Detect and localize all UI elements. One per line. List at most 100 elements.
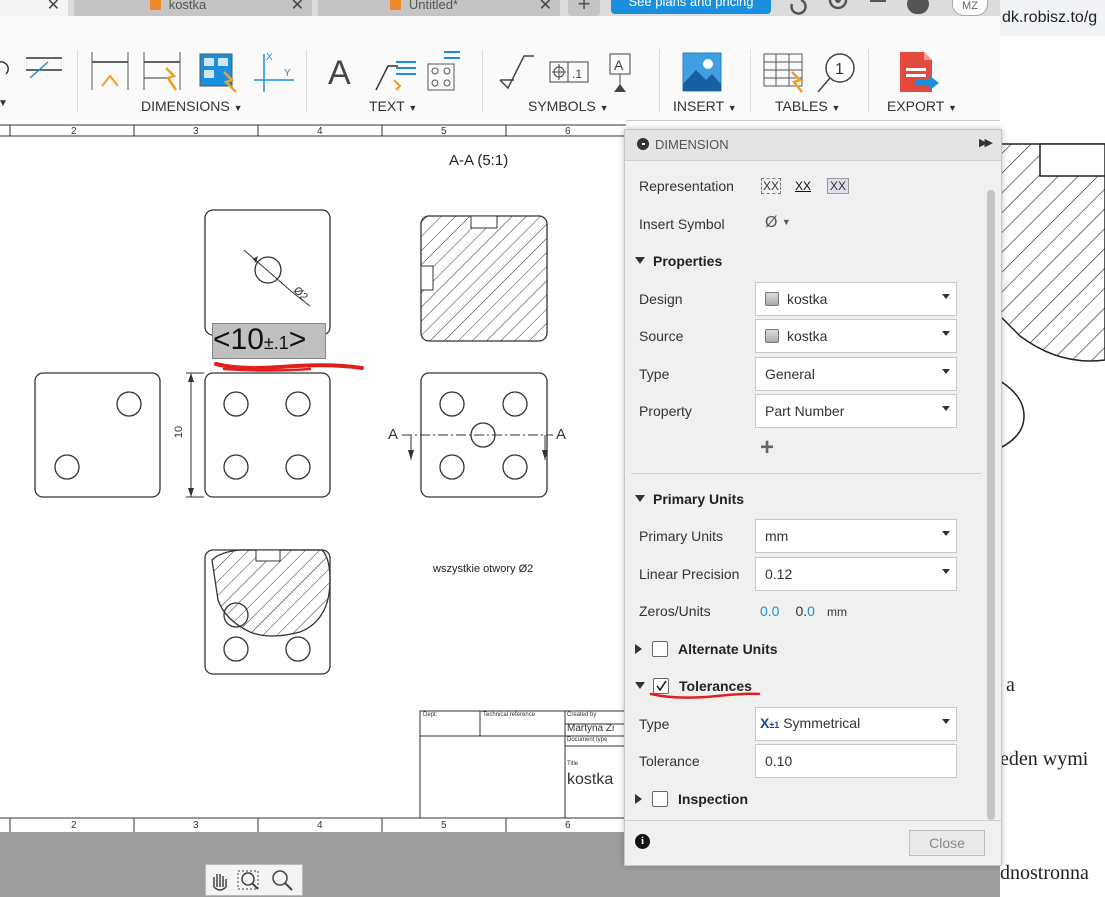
zoom-window-icon[interactable]: [237, 870, 259, 890]
balloon-icon[interactable]: 1: [817, 53, 855, 93]
alternate-units-section[interactable]: Alternate Units: [635, 641, 778, 657]
close-tab-icon[interactable]: ✕: [539, 0, 552, 15]
linear-precision-label: Linear Precision: [639, 566, 740, 582]
unit-toggle[interactable]: mm: [827, 605, 847, 619]
ordinate-dimension-icon[interactable]: [143, 52, 181, 91]
drawing-toolbar: ▼ X Y DIMENSIONS ▼ A TEXT ▼ .1 A SYMBOLS…: [0, 16, 1000, 121]
export-menu[interactable]: EXPORT ▼: [887, 98, 957, 114]
sync-icon[interactable]: [790, 0, 807, 15]
ruler-number: 4: [317, 820, 323, 831]
export-pdf-icon[interactable]: [896, 50, 940, 94]
close-tab-icon[interactable]: ✕: [47, 0, 60, 15]
insert-symbol-dropdown[interactable]: Ø ▼: [765, 214, 791, 232]
vertical-dimension[interactable]: 10: [173, 426, 185, 438]
dimensions-menu[interactable]: DIMENSIONS ▼: [141, 98, 243, 114]
leader-icon[interactable]: [26, 57, 62, 79]
close-button[interactable]: Close: [909, 830, 985, 856]
alternate-units-checkbox[interactable]: [652, 641, 668, 657]
user-avatar[interactable]: MZ: [952, 0, 988, 16]
type-dropdown[interactable]: General: [755, 357, 957, 391]
expand-triangle-icon: [635, 682, 645, 689]
divider: [625, 820, 1001, 821]
dimension-edit-box[interactable]: <10±.1>: [212, 323, 326, 359]
info-icon[interactable]: i: [635, 834, 650, 849]
primary-units-section[interactable]: Primary Units: [635, 491, 744, 507]
collapsed-triangle-icon: [635, 794, 642, 804]
toolbar-separator: [77, 50, 78, 112]
tables-menu[interactable]: TABLES ▼: [775, 98, 840, 114]
zoom-icon[interactable]: [272, 870, 293, 891]
hole-table-icon[interactable]: [427, 51, 460, 91]
text-menu[interactable]: TEXT ▼: [369, 98, 417, 114]
add-property-button[interactable]: +: [760, 434, 774, 462]
title-block-created-by-label: Created by: [567, 712, 597, 718]
title-block-title: kostka: [567, 771, 614, 788]
panel-scrollbar[interactable]: [987, 190, 995, 820]
text-tool-icon[interactable]: A: [328, 54, 351, 93]
origin-axis-icon[interactable]: X Y: [254, 52, 294, 92]
divider: [631, 473, 981, 474]
job-status-icon[interactable]: [828, 0, 848, 10]
tolerance-type-dropdown[interactable]: X±1 Symmetrical: [755, 707, 957, 741]
inspection-section[interactable]: Inspection: [635, 791, 748, 807]
help-icon[interactable]: [907, 0, 929, 14]
toolbar-separator: [482, 50, 483, 112]
trailing-zero-toggle[interactable]: 0: [807, 603, 815, 619]
svg-text:X: X: [266, 52, 273, 63]
tolerance-input[interactable]: 0.10: [755, 744, 957, 778]
baseline-dimension-icon[interactable]: [199, 53, 237, 93]
panel-title: DIMENSION: [655, 137, 729, 152]
representation-option-2[interactable]: XX: [795, 179, 811, 193]
dropdown-caret-icon[interactable]: ▼: [0, 98, 8, 109]
properties-section[interactable]: Properties: [635, 253, 722, 269]
chevron-down-icon: [942, 294, 950, 299]
datum-identifier-icon[interactable]: A: [609, 53, 631, 92]
tab-previous[interactable]: ✕: [0, 0, 68, 16]
drawing-sheet[interactable]: 2 3 4 5 6 2 3 4 5 6 A-A (5:1) Ø2 <10±.1>…: [0, 120, 626, 832]
ruler-number: 3: [193, 820, 199, 831]
centermark-icon[interactable]: [0, 61, 9, 75]
primary-units-dropdown[interactable]: mm: [755, 519, 957, 553]
insert-image-icon[interactable]: [682, 52, 722, 92]
feature-control-frame-icon[interactable]: .1: [549, 61, 589, 83]
property-dropdown[interactable]: Part Number: [755, 394, 957, 428]
surface-texture-icon[interactable]: [499, 55, 534, 90]
ruler-number: 2: [71, 126, 77, 137]
inspection-checkbox[interactable]: [652, 791, 668, 807]
table-icon[interactable]: [763, 53, 803, 93]
representation-options: XX XX XX: [761, 178, 850, 194]
representation-option-1[interactable]: XX: [761, 178, 782, 194]
insert-menu[interactable]: INSERT ▼: [673, 98, 737, 114]
leading-zero-toggle[interactable]: 0.0: [760, 603, 779, 619]
tab-untitled[interactable]: Untitled* ✕: [318, 0, 560, 16]
svg-text:Y: Y: [284, 68, 291, 79]
see-plans-button[interactable]: See plans and pricing: [611, 0, 771, 14]
page-drawing-image: [1000, 143, 1105, 449]
tab-kostka[interactable]: kostka ✕: [74, 0, 312, 16]
design-dropdown[interactable]: kostka: [755, 282, 957, 316]
dimension-icon[interactable]: [91, 52, 129, 90]
title-block-dept: Dept.: [423, 712, 438, 718]
title-block-tech-ref: Technical reference: [483, 712, 536, 718]
expand-panel-icon[interactable]: ▶▶: [979, 136, 993, 149]
ruler-number: 2: [71, 820, 77, 831]
representation-option-3[interactable]: XX: [827, 178, 850, 194]
address-bar[interactable]: dk.robisz.to/g: [1000, 0, 1105, 36]
expand-triangle-icon: [635, 495, 645, 502]
tab-label: Untitled*: [408, 0, 459, 12]
red-annotation-underline: [214, 362, 364, 372]
component-icon: [765, 292, 779, 306]
pan-hand-icon[interactable]: [213, 874, 227, 891]
fusion-cube-icon: [149, 0, 161, 10]
drawing-note[interactable]: wszystkie otwory Ø2: [433, 563, 533, 575]
linear-precision-dropdown[interactable]: 0.12: [755, 557, 957, 591]
primary-units-label: Primary Units: [639, 528, 724, 544]
zeros-units-options: 0.0 0.0 mm: [760, 603, 847, 619]
new-tab-button[interactable]: +: [568, 0, 600, 16]
symbols-menu[interactable]: SYMBOLS ▼: [528, 98, 609, 114]
svg-text:.1: .1: [572, 67, 582, 81]
leader-text-icon[interactable]: [375, 61, 416, 91]
source-dropdown[interactable]: kostka: [755, 319, 957, 353]
close-tab-icon[interactable]: ✕: [291, 0, 304, 15]
notification-bell-icon[interactable]: [870, 0, 886, 2]
